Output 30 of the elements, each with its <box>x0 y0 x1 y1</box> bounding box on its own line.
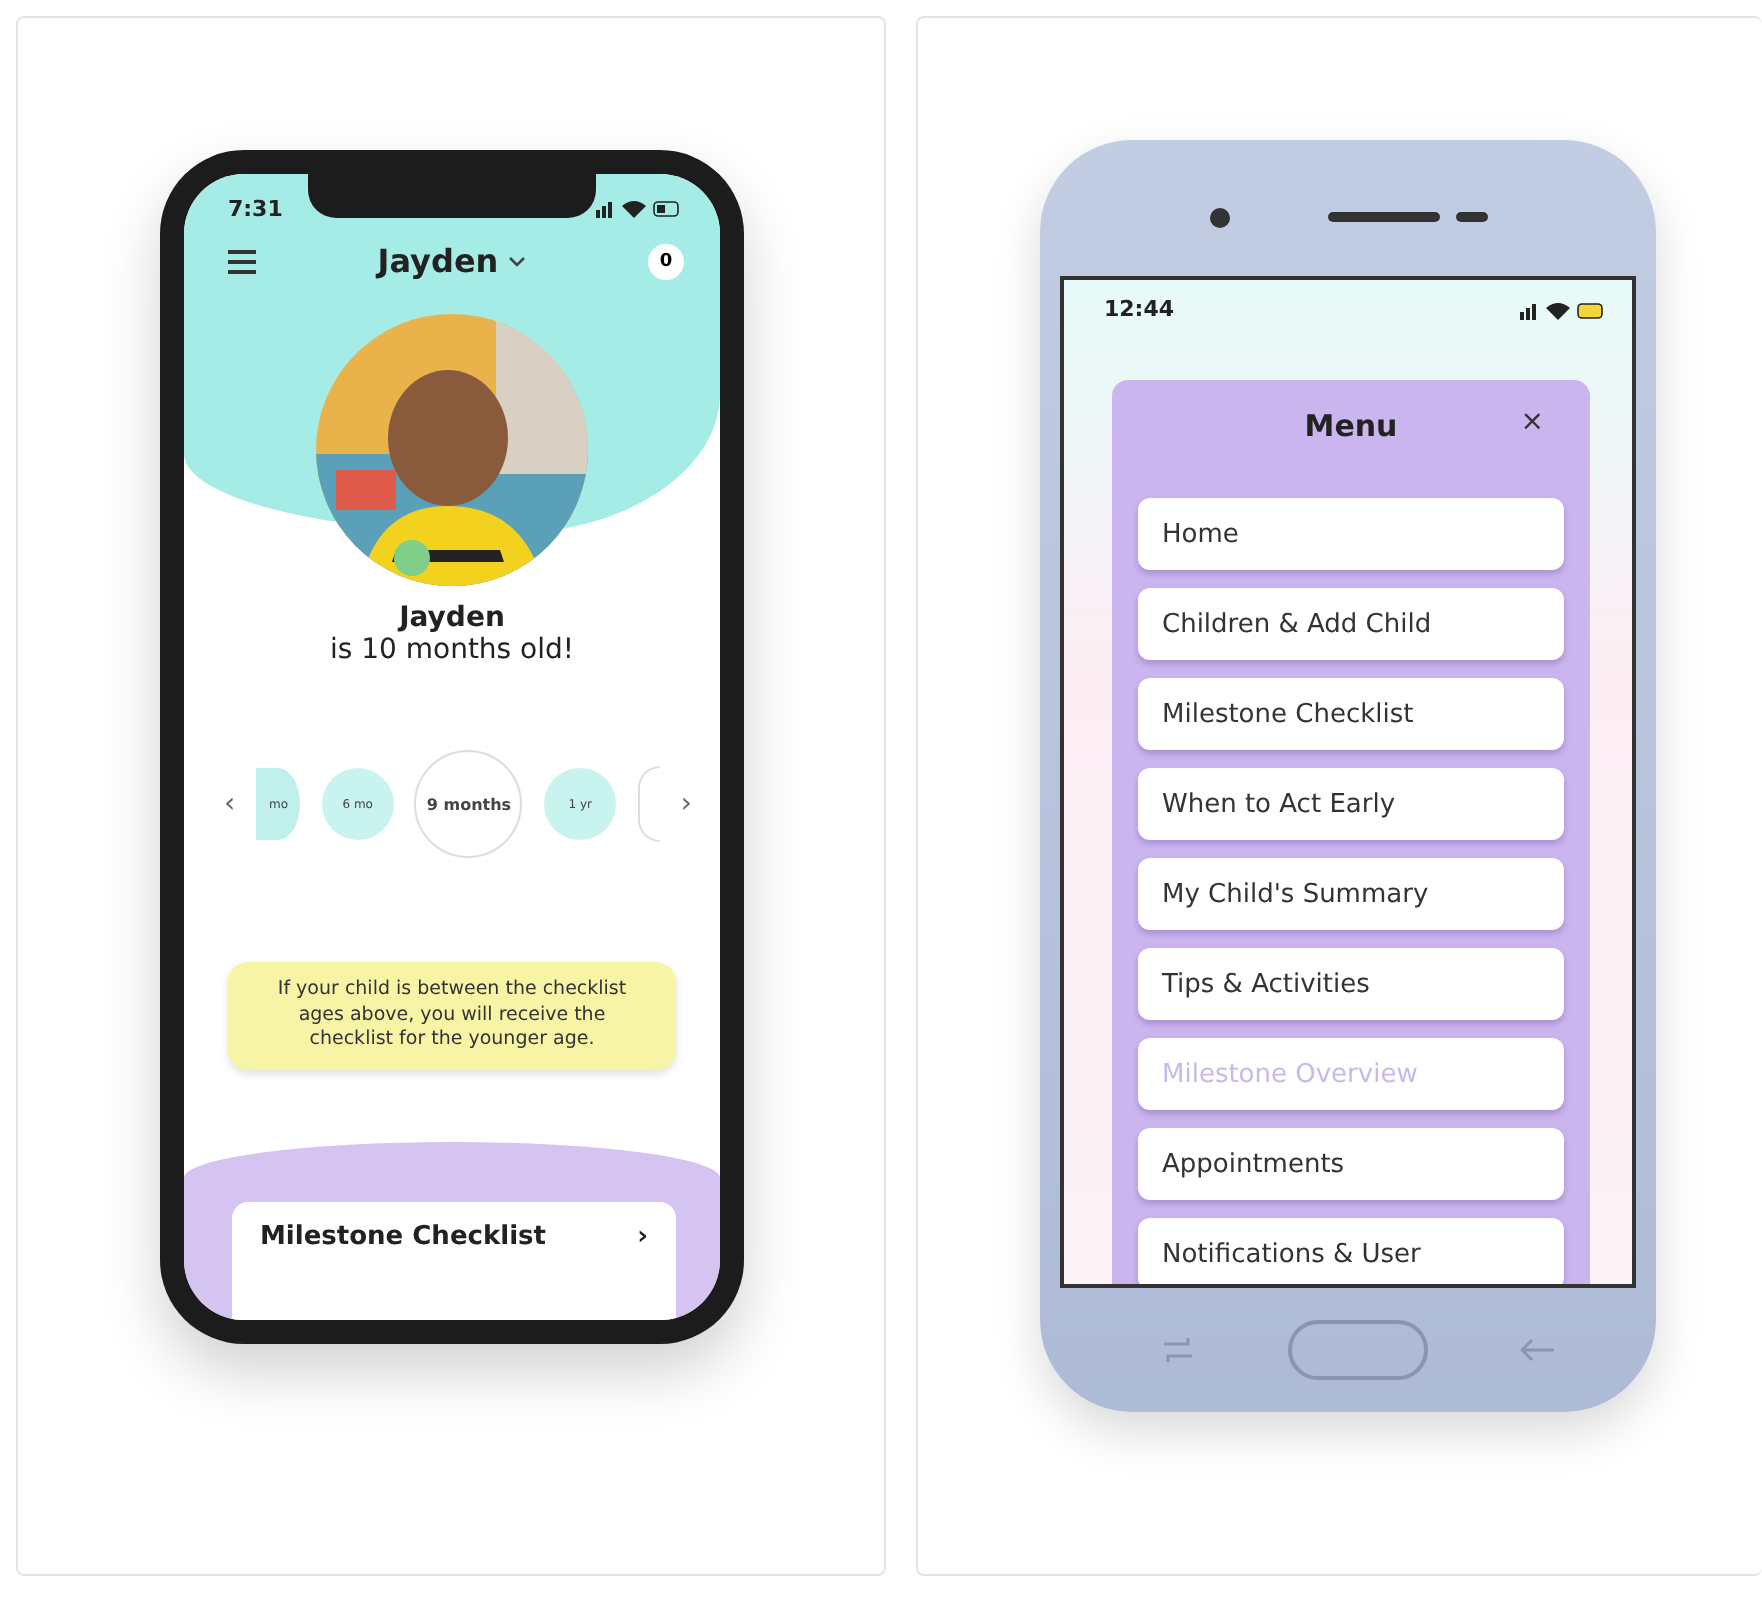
status-time: 12:44 <box>1104 296 1175 322</box>
age-option[interactable]: 9 months <box>414 750 523 858</box>
child-selector[interactable]: Jayden <box>377 242 527 280</box>
close-button[interactable]: × <box>1520 406 1544 438</box>
menu-item[interactable]: Appointments <box>1138 1128 1564 1200</box>
chevron-down-icon[interactable] <box>508 255 527 267</box>
home-button[interactable] <box>1288 1320 1428 1380</box>
menu-item[interactable]: Tips & Activities <box>1138 948 1564 1020</box>
menu-item[interactable]: My Child's Summary <box>1138 858 1564 930</box>
next-arrow[interactable]: › <box>680 788 692 820</box>
menu-title: Menu <box>1304 407 1398 443</box>
camera-icon <box>1208 206 1232 230</box>
info-note: If your child is between the checklist ages above, you will receive the checklist for the younger age. <box>228 962 676 1069</box>
previous-arrow[interactable]: ‹ <box>224 788 236 820</box>
menu-item[interactable]: When to Act Early <box>1138 768 1564 840</box>
menu-item[interactable]: Children & Add Child <box>1138 588 1564 660</box>
menu-item[interactable]: Milestone Checklist <box>1138 678 1564 750</box>
back-icon[interactable] <box>1520 1338 1556 1362</box>
menu-item[interactable]: Notifications & User <box>1138 1218 1564 1284</box>
status-icons <box>1520 299 1608 319</box>
age-text: is 10 months old! <box>327 634 577 666</box>
status-time: 7:31 <box>228 195 283 221</box>
menu-item[interactable]: Home <box>1138 498 1564 570</box>
notification-badge[interactable]: 0 <box>647 243 684 279</box>
milestone-card[interactable]: Milestone Checklist › <box>232 1201 676 1320</box>
status-icons <box>596 198 684 218</box>
age-option-edge <box>637 766 660 842</box>
menu-icon[interactable] <box>228 249 256 273</box>
child-name: Jayden <box>395 602 507 634</box>
recent-apps-icon[interactable] <box>1160 1336 1196 1364</box>
